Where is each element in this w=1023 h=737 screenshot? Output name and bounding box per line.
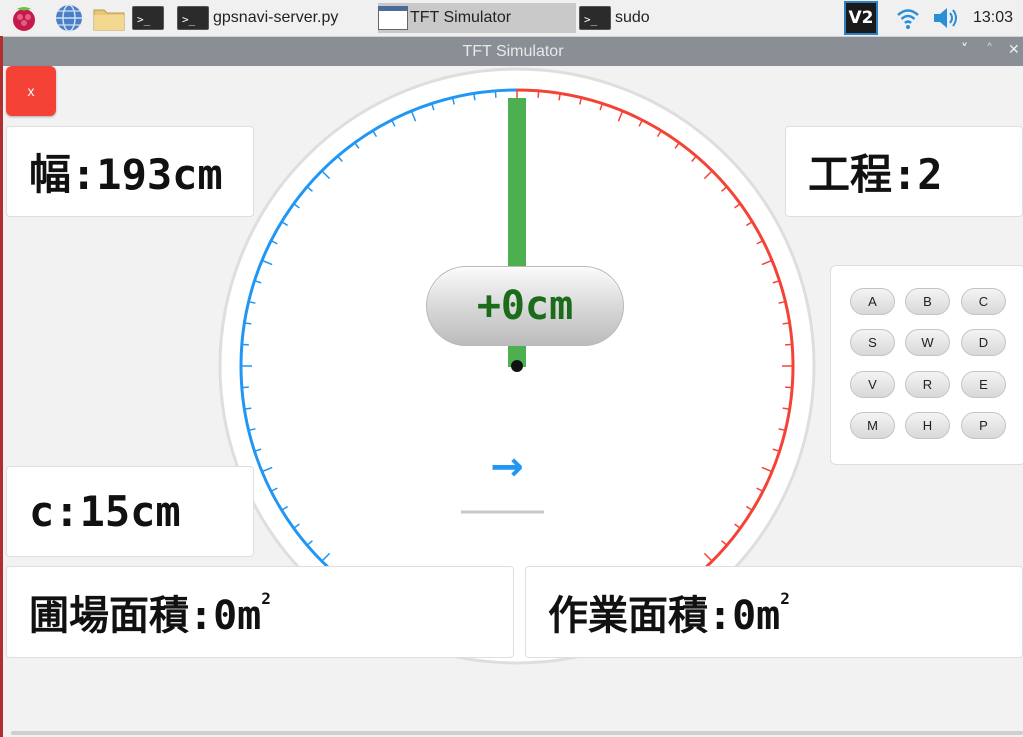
scale-tick [494,90,497,98]
volume-icon[interactable] [931,3,961,33]
close-button[interactable]: x [6,66,56,116]
maximize-icon[interactable]: ˄ [986,42,993,58]
scale-tick [241,343,249,346]
scale-tick [241,386,249,389]
key-d[interactable]: D [961,329,1006,356]
c-label: c:15cm [29,487,181,536]
window-titlebar[interactable]: TFT Simulator ˅ ˄ ✕ [3,37,1023,66]
direction-arrow-icon: → [490,444,524,490]
key-h[interactable]: H [905,412,950,439]
key-v[interactable]: V [850,371,895,398]
key-b[interactable]: B [905,288,950,315]
file-manager-icon[interactable] [92,3,126,33]
task-label: TFT Simulator [410,9,512,26]
clock[interactable]: 13:03 [973,9,1013,27]
field-area-panel: 圃場面積:0m 2 [6,566,514,658]
area-unit-superscript: 2 [261,588,271,608]
c-panel: c:15cm [6,466,254,557]
task-sudo[interactable]: >_ sudo [579,3,679,33]
width-panel: 幅:193cm [6,126,254,217]
key-m[interactable]: M [850,412,895,439]
web-browser-icon[interactable] [54,3,84,33]
scale-tick [785,386,793,389]
tft-screen: x 幅:193cm 工程:2 c:15cm 圃場面積:0m 2 作業面積:0m 2 … [3,66,1023,737]
needle-pivot [511,360,523,372]
key-w[interactable]: W [905,329,950,356]
task-label: sudo [615,9,650,26]
window-title: TFT Simulator [462,43,564,60]
bottom-scrollbar[interactable] [11,731,1023,735]
minimize-icon[interactable]: ˅ [961,42,968,58]
key-c[interactable]: C [961,288,1006,315]
key-s[interactable]: S [850,329,895,356]
scale-tick [537,90,540,98]
work-area-label: 作業面積:0m [548,593,781,639]
terminal-icon: >_ [177,6,209,30]
key-r[interactable]: R [905,371,950,398]
terminal-icon: >_ [579,6,611,30]
taskbar: >_ >_ gpsnavi-server.py TFT Simulator >_… [0,0,1023,37]
task-gpsnavi-server[interactable]: >_ gpsnavi-server.py [177,3,347,33]
window-close-icon[interactable]: ✕ [1008,42,1020,58]
key-a[interactable]: A [850,288,895,315]
offset-display: +0cm [426,266,624,346]
task-label: gpsnavi-server.py [213,9,339,26]
process-label: 工程:2 [808,150,943,199]
raspberry-menu-icon[interactable] [8,3,40,33]
field-area-label: 圃場面積:0m [29,593,262,639]
wifi-icon[interactable] [895,3,921,33]
key-e[interactable]: E [961,371,1006,398]
terminal-launcher-icon[interactable]: >_ [132,3,168,33]
scale-tick [785,343,793,346]
width-label: 幅:193cm [29,150,223,199]
mode-keypad: A B C S W D V R E M H P [830,265,1023,465]
process-panel: 工程:2 [785,126,1023,217]
work-area-panel: 作業面積:0m 2 [525,566,1023,658]
area-unit-superscript: 2 [780,588,790,608]
key-p[interactable]: P [961,412,1006,439]
window-icon [378,6,408,30]
task-tft-simulator[interactable]: TFT Simulator [378,3,576,33]
vnc-icon[interactable]: V2 [844,1,878,35]
